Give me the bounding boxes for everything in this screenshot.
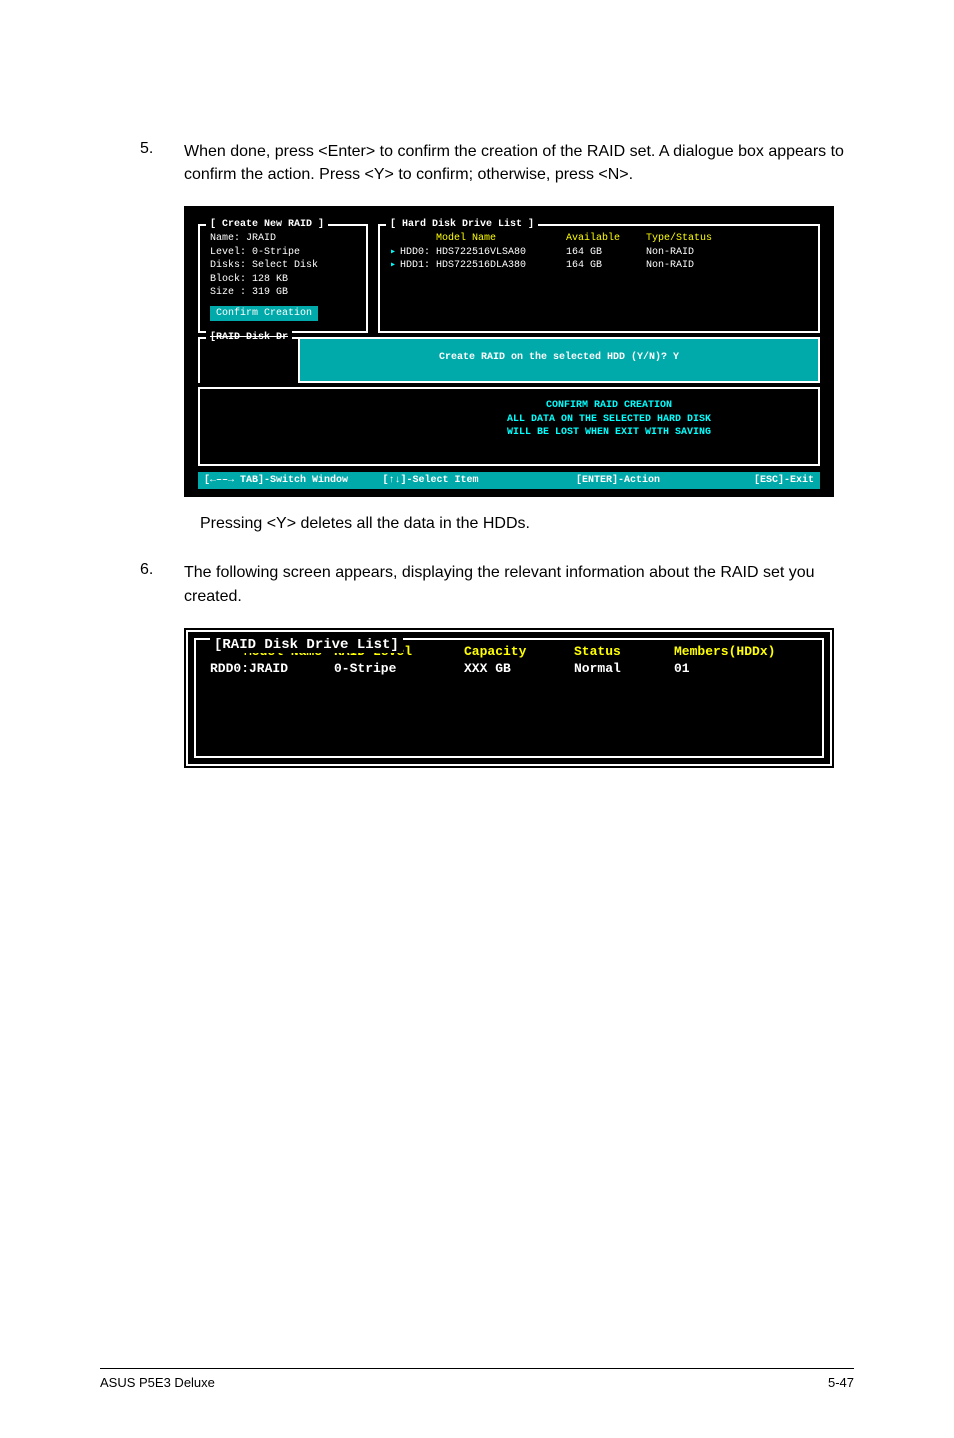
footer-model: ASUS P5E3 Deluxe (100, 1375, 215, 1390)
col-type: Type/Status (646, 232, 712, 246)
bios-screenshot-1: Create New RAID Name: JRAID Level: 0-Str… (184, 206, 834, 497)
panel-title: Hard Disk Drive List (386, 218, 538, 232)
confirm-line-1: CONFIRM RAID CREATION (410, 399, 808, 413)
raid-name-line: Name: JRAID (210, 232, 356, 246)
key-enter: [ENTER]-Action (576, 474, 725, 488)
hard-disk-drive-list-panel: Hard Disk Drive List Model Name Availabl… (378, 224, 820, 333)
col-model: Model Name (436, 232, 566, 246)
create-raid-prompt: Create RAID on the selected HDD (Y/N)? Y (298, 337, 820, 383)
key-help-bar: [←––→ TAB]-Switch Window [↑↓]-Select Ite… (198, 472, 820, 490)
bios-screenshot-2: [RAID Disk Drive List] Model Name RAID L… (184, 628, 834, 768)
step-text: When done, press <Enter> to confirm the … (184, 140, 854, 186)
marker-icon: ▸ (390, 259, 400, 273)
footer-page-number: 5-47 (828, 1375, 854, 1390)
table-row: RDD0:JRAID 0-Stripe XXX GB Normal 01 (204, 661, 814, 676)
confirm-line-2: ALL DATA ON THE SELECTED HARD DISK (410, 413, 808, 427)
confirm-line-3: WILL BE LOST WHEN EXIT WITH SAVING (410, 426, 808, 440)
panel-title: [RAID Disk Drive List] (210, 637, 403, 653)
raid-disk-list-fragment: [RAID Disk Dr (198, 337, 298, 383)
raid-size-line: Size : 319 GB (210, 286, 356, 300)
note-callout: Pressing <Y> deletes all the data in the… (184, 515, 854, 533)
key-esc: [ESC]-Exit (725, 474, 814, 488)
step-number: 5. (140, 140, 184, 186)
raid-disks-line: Disks: Select Disk (210, 259, 356, 273)
hdd-row-1: ▸ HDD1: HDS722516DLA380 164 GB Non-RAID (390, 259, 808, 273)
key-arrows: [↑↓]-Select Item (383, 474, 576, 488)
step-6: 6. The following screen appears, display… (140, 561, 854, 607)
raid-block-line: Block: 128 KB (210, 273, 356, 287)
panel-title: Create New RAID (206, 218, 328, 232)
hdd-row-0: ▸ HDD0: HDS722516VLSA80 164 GB Non-RAID (390, 246, 808, 260)
marker-icon: ▸ (390, 246, 400, 260)
create-new-raid-panel: Create New RAID Name: JRAID Level: 0-Str… (198, 224, 368, 333)
page-footer: ASUS P5E3 Deluxe 5-47 (100, 1368, 854, 1390)
col-available: Available (566, 232, 646, 246)
step-number: 6. (140, 561, 184, 607)
confirm-raid-message-panel: CONFIRM RAID CREATION ALL DATA ON THE SE… (198, 387, 820, 466)
step-5: 5. When done, press <Enter> to confirm t… (140, 140, 854, 186)
step-text: The following screen appears, displaying… (184, 561, 854, 607)
key-tab: [←––→ TAB]-Switch Window (204, 474, 383, 488)
note-text: Pressing <Y> deletes all the data in the… (200, 515, 530, 533)
raid-level-line: Level: 0-Stripe (210, 246, 356, 260)
confirm-creation-selection: Confirm Creation (210, 306, 318, 322)
